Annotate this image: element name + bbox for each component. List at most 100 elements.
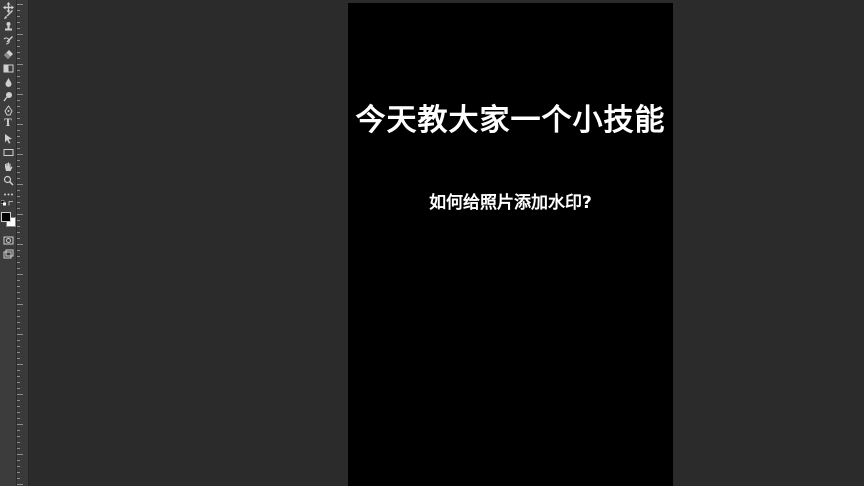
ruler-tick <box>17 226 20 227</box>
ruler-tick <box>17 106 20 107</box>
ruler-tick <box>17 364 23 365</box>
ruler-tick <box>17 460 20 461</box>
ruler-tick <box>17 58 20 59</box>
ruler-tick <box>17 370 20 371</box>
ruler-tick <box>17 280 20 281</box>
ruler-tick <box>17 166 20 167</box>
ruler-tick <box>17 424 23 425</box>
ruler-tick <box>17 22 20 23</box>
ruler-tick <box>17 412 20 413</box>
headline-text: 今天教大家一个小技能 <box>355 103 666 138</box>
ruler-tick <box>17 394 23 395</box>
ruler-tick <box>17 418 20 419</box>
brush-icon[interactable] <box>2 8 14 20</box>
ruler-tick <box>17 94 23 95</box>
ruler-tick <box>17 100 20 101</box>
hand-icon[interactable] <box>2 160 14 172</box>
default-colors-icon[interactable] <box>1 199 7 206</box>
ruler-tick <box>17 88 20 89</box>
ruler-tick <box>17 388 20 389</box>
ruler-tick <box>17 256 20 257</box>
ruler-tick <box>17 328 20 329</box>
ruler-tick <box>17 178 20 179</box>
ruler-tick <box>17 76 20 77</box>
blur-drop-icon[interactable] <box>2 76 14 88</box>
ruler-tick <box>17 292 20 293</box>
swap-colors-icon[interactable] <box>8 200 14 206</box>
ruler-tick <box>17 4 23 5</box>
ruler-tick <box>17 82 20 83</box>
ruler-tick <box>17 244 23 245</box>
ruler-tick <box>17 40 20 41</box>
ruler-tick <box>17 436 20 437</box>
ruler-tick <box>17 340 20 341</box>
ruler-tick <box>17 52 20 53</box>
tools-panel: T <box>0 0 17 486</box>
ruler-tick <box>17 46 20 47</box>
ruler-tick <box>17 184 23 185</box>
ruler-tick <box>17 268 20 269</box>
ruler-tick <box>17 298 20 299</box>
ruler-tick <box>17 454 23 455</box>
ruler-tick <box>17 406 20 407</box>
ruler-tick <box>17 220 20 221</box>
ruler-tick <box>17 196 20 197</box>
ruler-tick <box>17 430 20 431</box>
ruler-tick <box>17 262 20 263</box>
history-brush-icon[interactable] <box>2 34 14 46</box>
document-canvas[interactable]: 今天教大家一个小技能 如何给照片添加水印? <box>348 3 673 486</box>
ruler-tick <box>17 304 23 305</box>
quick-mask-icon[interactable] <box>2 234 14 246</box>
zoom-icon[interactable] <box>2 174 14 186</box>
ruler-tick <box>17 274 23 275</box>
ruler-tick <box>17 148 20 149</box>
ruler-tick <box>17 286 20 287</box>
ruler-tick <box>17 214 23 215</box>
ruler-tick <box>17 64 23 65</box>
ruler-tick <box>17 70 20 71</box>
clone-stamp-icon[interactable] <box>2 20 14 32</box>
photoshop-workspace: T 今天教大家一个小技能 如何给照片添加水印? <box>0 0 864 486</box>
ruler-tick <box>17 346 20 347</box>
ruler-tick <box>17 160 20 161</box>
ruler-tick <box>17 478 20 479</box>
ruler-tick <box>17 484 23 485</box>
ruler-tick <box>17 118 20 119</box>
ruler-tick <box>17 112 20 113</box>
gradient-icon[interactable] <box>2 62 14 74</box>
ruler-tick <box>17 142 20 143</box>
subheadline-text: 如何给照片添加水印? <box>429 193 592 213</box>
ruler-tick <box>17 448 20 449</box>
rectangle-icon[interactable] <box>2 146 14 158</box>
ruler-tick <box>17 466 20 467</box>
ruler-tick <box>17 316 20 317</box>
dodge-icon[interactable] <box>2 90 14 102</box>
path-selection-icon[interactable] <box>2 132 14 144</box>
ruler-tick <box>17 130 20 131</box>
ruler-tick <box>17 232 20 233</box>
ruler-tick <box>17 190 20 191</box>
ruler-tick <box>17 202 20 203</box>
ruler-tick <box>17 238 20 239</box>
ruler-tick <box>17 154 23 155</box>
ruler-tick <box>17 322 20 323</box>
ruler-tick <box>17 442 20 443</box>
ruler-tick <box>17 124 23 125</box>
ruler-tick <box>17 400 20 401</box>
foreground-color-swatch[interactable] <box>1 212 11 222</box>
ruler-tick <box>17 34 23 35</box>
type-icon[interactable]: T <box>2 118 14 130</box>
ruler-tick <box>17 358 20 359</box>
ruler-tick <box>17 16 20 17</box>
ruler-tick <box>17 136 20 137</box>
ruler-tick <box>17 472 20 473</box>
vertical-ruler <box>17 0 29 486</box>
ruler-tick <box>17 172 20 173</box>
screen-mode-icon[interactable] <box>2 248 14 260</box>
ruler-tick <box>17 250 20 251</box>
ruler-tick <box>17 352 20 353</box>
ruler-tick <box>17 310 20 311</box>
pen-icon[interactable] <box>2 104 14 116</box>
ruler-tick <box>17 10 20 11</box>
eraser-icon[interactable] <box>2 48 14 60</box>
